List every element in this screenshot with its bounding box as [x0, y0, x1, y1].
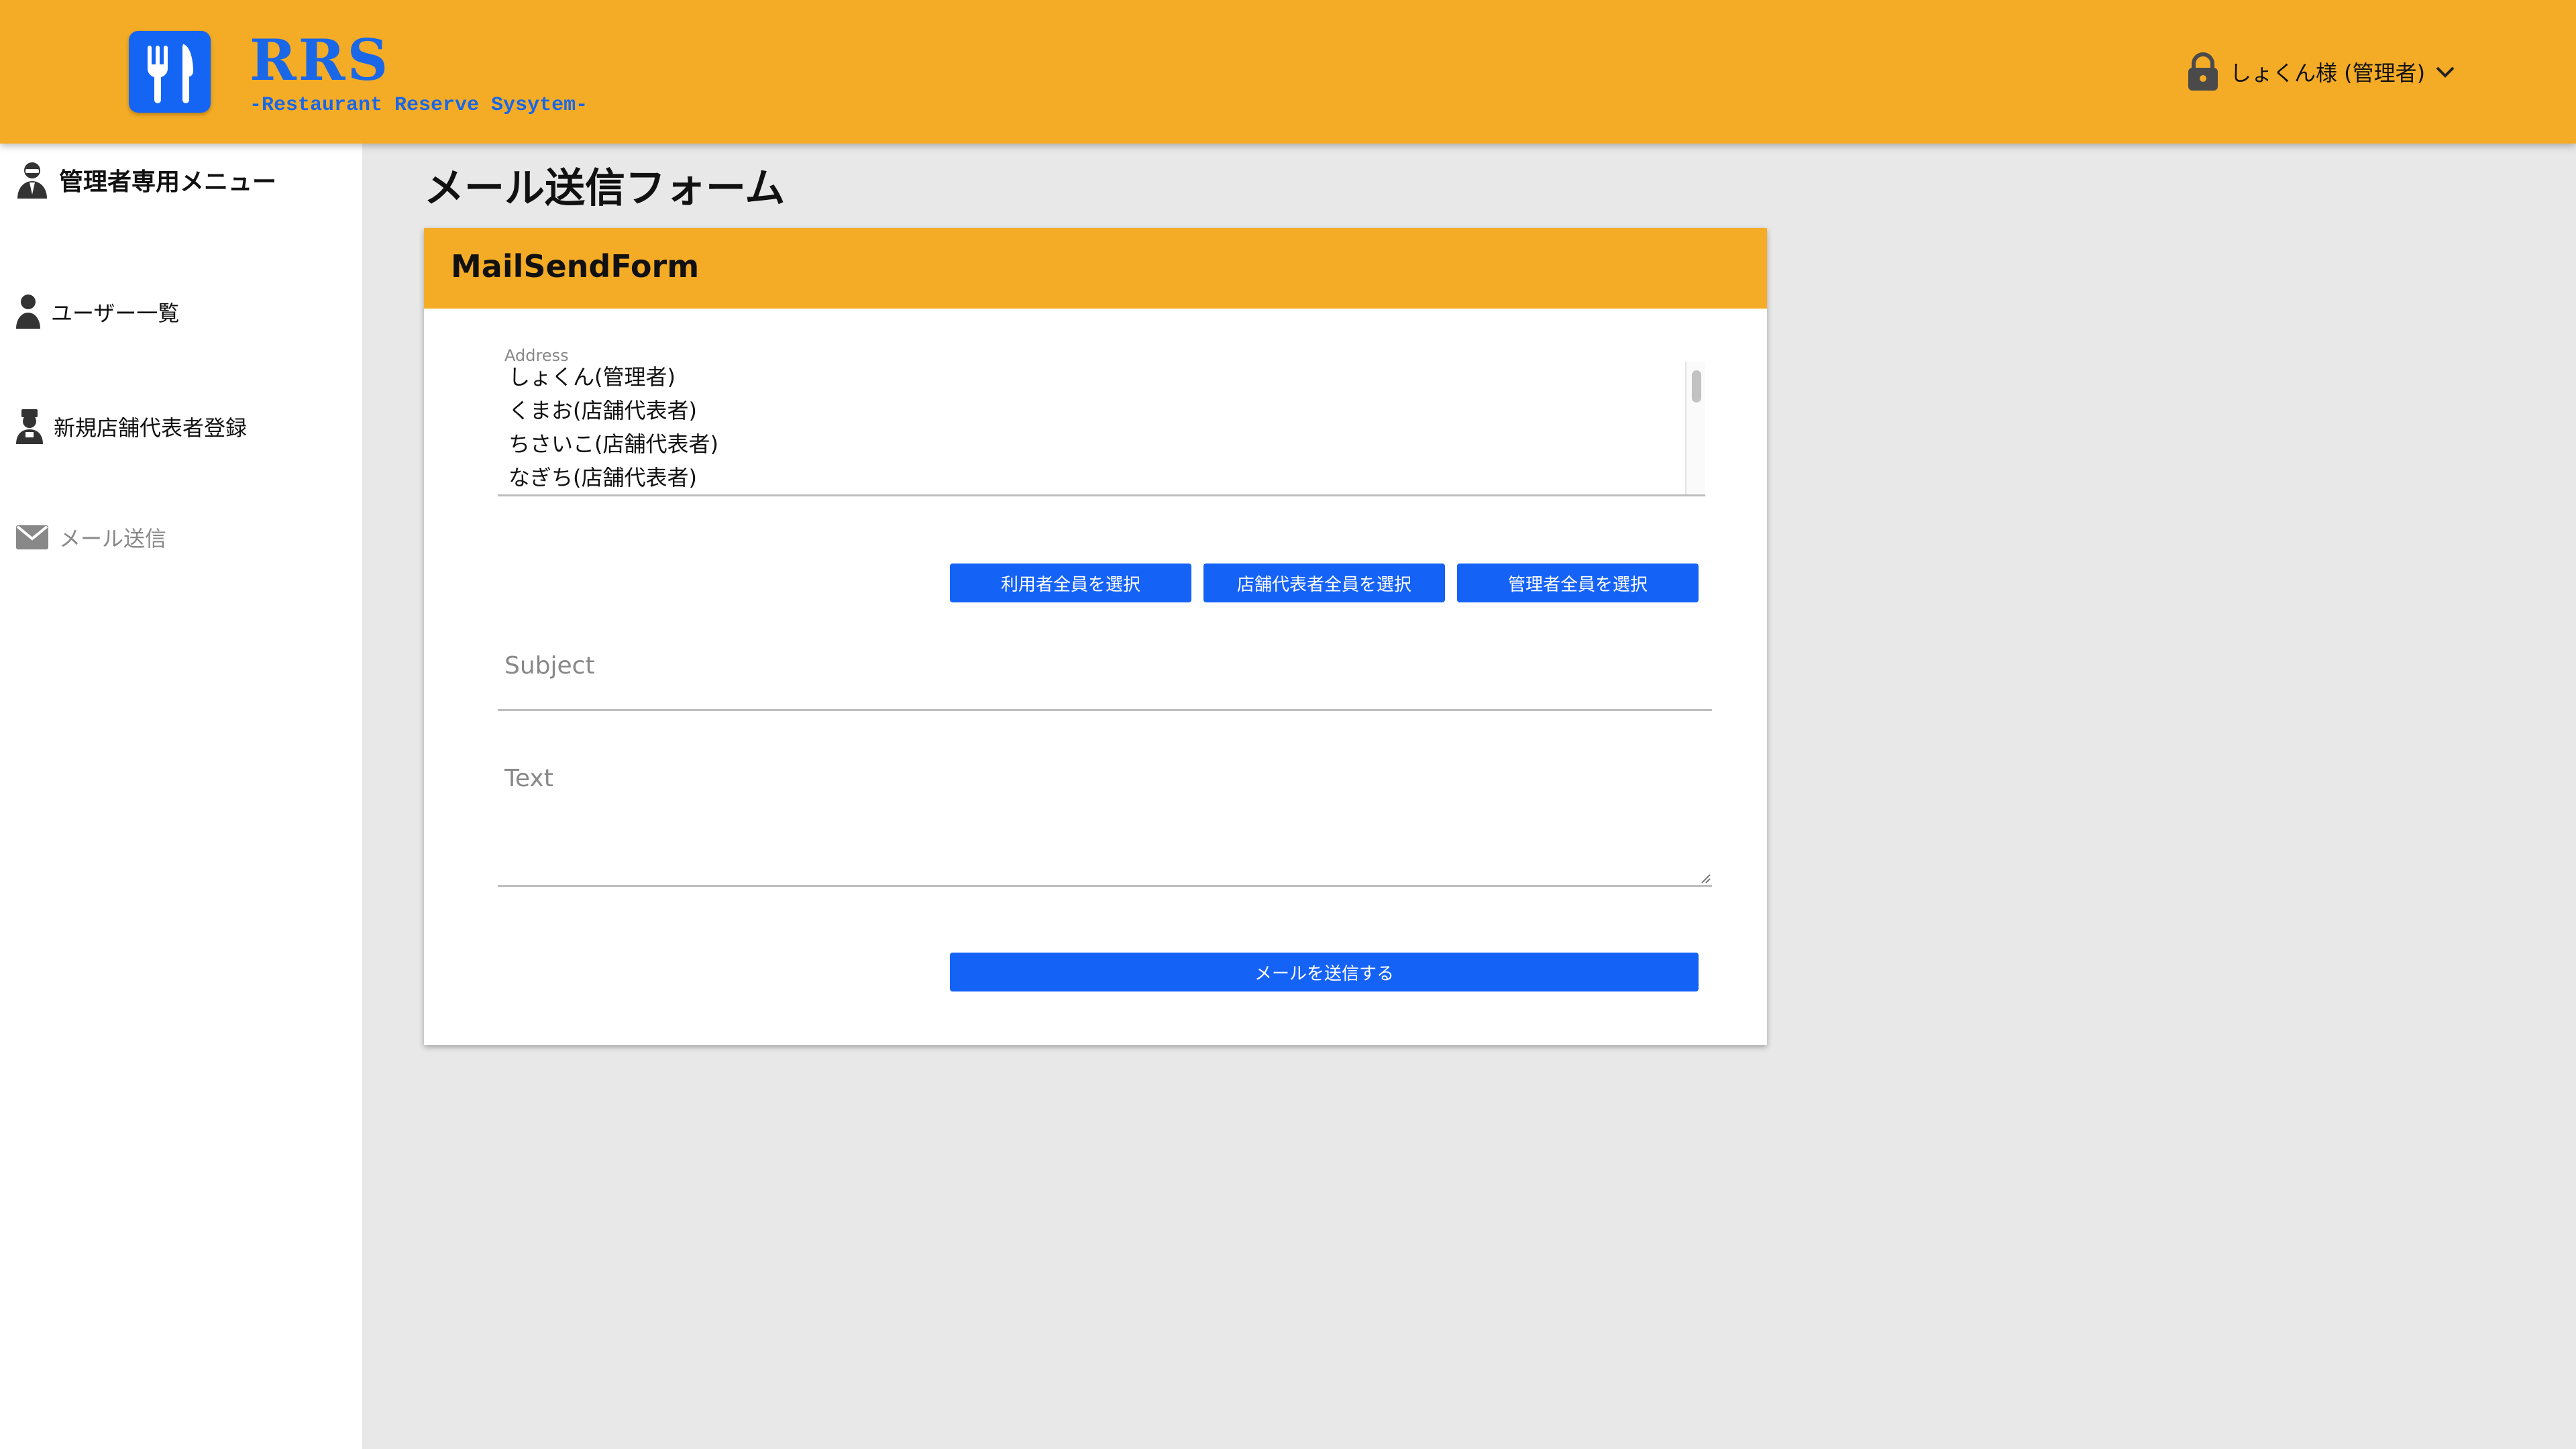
sidebar-item-mail[interactable]: メール送信	[15, 522, 166, 553]
address-option[interactable]: ちさいこ(店舗代表者)	[508, 431, 718, 458]
card-header: MailSendForm	[424, 228, 1767, 309]
select-all-shop-owners-button[interactable]: 店舗代表者全員を選択	[1203, 564, 1445, 602]
sidebar-item-users[interactable]: ユーザー一覧	[15, 294, 179, 330]
address-option[interactable]: なぎち(店舗代表者)	[508, 464, 697, 491]
mail-send-form: MailSendForm Address しょくん(管理者) くまお(店舗代表者…	[424, 228, 1767, 1045]
sidebar-item-label: ユーザー一覧	[51, 301, 180, 326]
text-placeholder: Text	[504, 765, 553, 792]
subject-placeholder: Subject	[504, 652, 595, 680]
app-header: RRS -Restaurant Reserve Sysytem- しょくん様 (…	[0, 0, 2576, 144]
address-option[interactable]: くまお(店舗代表者)	[508, 397, 697, 424]
admin-icon	[15, 160, 50, 200]
resize-handle-icon[interactable]	[1699, 871, 1711, 883]
subject-input[interactable]: Subject	[498, 637, 1712, 711]
select-all-admins-button[interactable]: 管理者全員を選択	[1457, 564, 1699, 602]
address-select[interactable]: しょくん(管理者) くまお(店舗代表者) ちさいこ(店舗代表者) なぎち(店舗代…	[498, 362, 1705, 496]
sidebar-item-label: メール送信	[59, 526, 167, 551]
sidebar: 管理者専用メニュー ユーザー一覧 新規店舗代表者登録 メール送信	[0, 144, 362, 1449]
scrollbar-thumb[interactable]	[1692, 370, 1701, 402]
lock-icon	[2186, 50, 2220, 93]
sidebar-item-new-shop-owner[interactable]: 新規店舗代表者登録	[15, 408, 247, 445]
user-name-label: しょくん様 (管理者)	[2230, 60, 2426, 86]
user-menu[interactable]: しょくん様 (管理者)	[2186, 48, 2456, 95]
brand-subtitle: -Restaurant Reserve Sysytem-	[250, 94, 588, 117]
address-scrollbar[interactable]	[1685, 362, 1705, 494]
text-textarea[interactable]: Text	[498, 758, 1712, 887]
chevron-down-icon[interactable]	[2434, 64, 2456, 80]
sidebar-heading: 管理者専用メニュー	[15, 160, 276, 200]
sidebar-heading-label: 管理者専用メニュー	[59, 168, 277, 196]
send-mail-button[interactable]: メールを送信する	[950, 953, 1699, 991]
shop-owner-icon	[15, 408, 44, 445]
page-title: メール送信フォーム	[424, 165, 786, 212]
user-icon	[15, 294, 42, 330]
fork-knife-icon[interactable]	[129, 31, 211, 113]
mail-icon	[15, 524, 50, 551]
address-option[interactable]: しょくん(管理者)	[508, 364, 676, 390]
brand-title[interactable]: RRS	[250, 27, 390, 93]
sidebar-item-label: 新規店舗代表者登録	[54, 415, 248, 441]
card-title: MailSendForm	[451, 248, 700, 284]
select-all-users-button[interactable]: 利用者全員を選択	[950, 564, 1191, 602]
